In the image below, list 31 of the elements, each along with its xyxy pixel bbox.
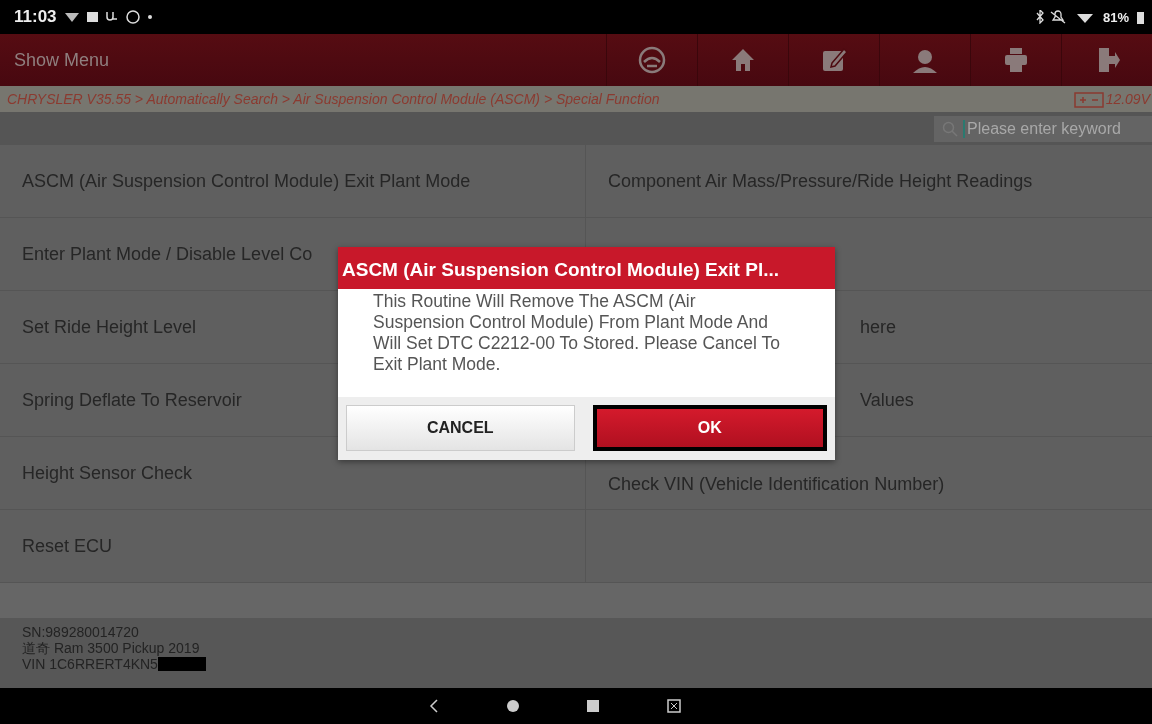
- battery-icon: [1137, 10, 1144, 24]
- printer-icon: [1002, 46, 1030, 74]
- dialog-title: ASCM (Air Suspension Control Module) Exit Pl...: [338, 247, 835, 289]
- function-item[interactable]: Spring Deflate To Reservoir: [22, 389, 242, 411]
- show-menu-button[interactable]: Show Menu: [0, 34, 124, 86]
- function-item[interactable]: Reset ECU: [22, 535, 113, 557]
- screenshot-icon[interactable]: [667, 699, 681, 713]
- ok-button[interactable]: OK: [592, 405, 827, 451]
- dot-icon: [147, 15, 152, 19]
- status-indicators-icon: [1034, 10, 1095, 24]
- function-item[interactable]: here: [860, 316, 897, 338]
- home-circle-icon[interactable]: [507, 700, 519, 712]
- cancel-button[interactable]: CANCEL: [346, 405, 575, 451]
- status-time: 11:03: [14, 7, 57, 27]
- breadcrumb-path: CHRYSLER V35.55 > Automatically Search > Air Suspension Control Module (ASCM) > Special Function: [7, 91, 660, 107]
- function-item[interactable]: Set Ride Height Level: [22, 316, 197, 338]
- image-icon: [86, 12, 98, 22]
- battery-voltage-icon: [1073, 90, 1104, 108]
- function-item[interactable]: Height Sensor Check: [22, 462, 193, 484]
- function-item[interactable]: Enter Plant Mode / Disable Level Co: [22, 243, 313, 265]
- dialog-message: This Routine Will Remove The ASCM (Air Suspension Control Module) From Plant Mode And Will Set DTC C2212-00 To Stored. Please Cancel To Exit Plant Mode.: [372, 290, 781, 376]
- function-item[interactable]: ASCM (Air Suspension Control Module) Exit Plant Mode: [22, 170, 471, 192]
- search-field[interactable]: Please enter keyword: [934, 115, 1152, 142]
- function-item[interactable]: Check VIN (Vehicle Identification Number): [608, 474, 945, 495]
- battery-percentage: 81%: [1102, 9, 1129, 25]
- function-item[interactable]: Component Air Mass/Pressure/Ride Height Readings: [608, 170, 1033, 192]
- wifi-icon: [64, 10, 79, 24]
- function-item[interactable]: Values: [860, 389, 914, 411]
- redaction-block: [157, 657, 206, 671]
- back-icon[interactable]: [429, 699, 439, 713]
- battery-voltage: 12.09V: [1105, 91, 1150, 107]
